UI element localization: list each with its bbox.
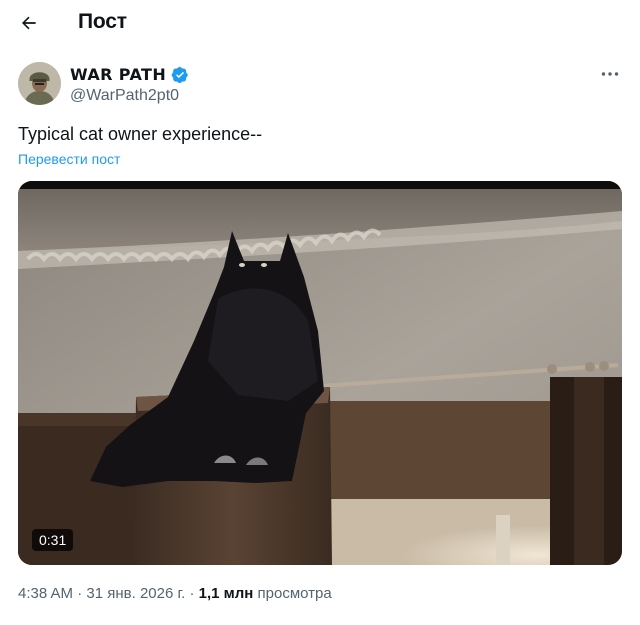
avatar[interactable] (18, 62, 61, 105)
page-title: Пост (78, 10, 127, 33)
video-frame (18, 181, 622, 565)
user-handle[interactable]: @WarPath2pt0 (70, 87, 179, 105)
meta-separator: · (189, 585, 195, 602)
post-time[interactable]: 4:38 AM (18, 585, 73, 602)
translate-post-link[interactable]: Перевести пост (18, 151, 120, 167)
more-dots-icon (601, 72, 619, 76)
top-bar: Пост (0, 0, 640, 44)
meta-separator: · (77, 585, 83, 602)
views-label: просмотра (257, 585, 332, 602)
video-duration-badge: 0:31 (32, 529, 74, 551)
arrow-left-icon (22, 16, 36, 30)
more-options-button[interactable] (598, 62, 622, 86)
author-block: WAR PATH @WarPath2pt0 (18, 62, 622, 110)
post-meta: 4:38 AM · 31 янв. 2026 г. · 1,1 млн прос… (18, 585, 332, 602)
display-name[interactable]: WAR PATH (70, 65, 166, 84)
views-count[interactable]: 1,1 млн (199, 585, 254, 602)
video-player[interactable]: 0:31 (18, 181, 622, 565)
back-button[interactable] (14, 8, 44, 38)
tweet-text: Typical cat owner experience-- (18, 124, 263, 144)
post-date[interactable]: 31 янв. 2026 г. (86, 585, 185, 602)
verified-badge-icon (171, 66, 188, 83)
name-row: WAR PATH (70, 65, 189, 84)
